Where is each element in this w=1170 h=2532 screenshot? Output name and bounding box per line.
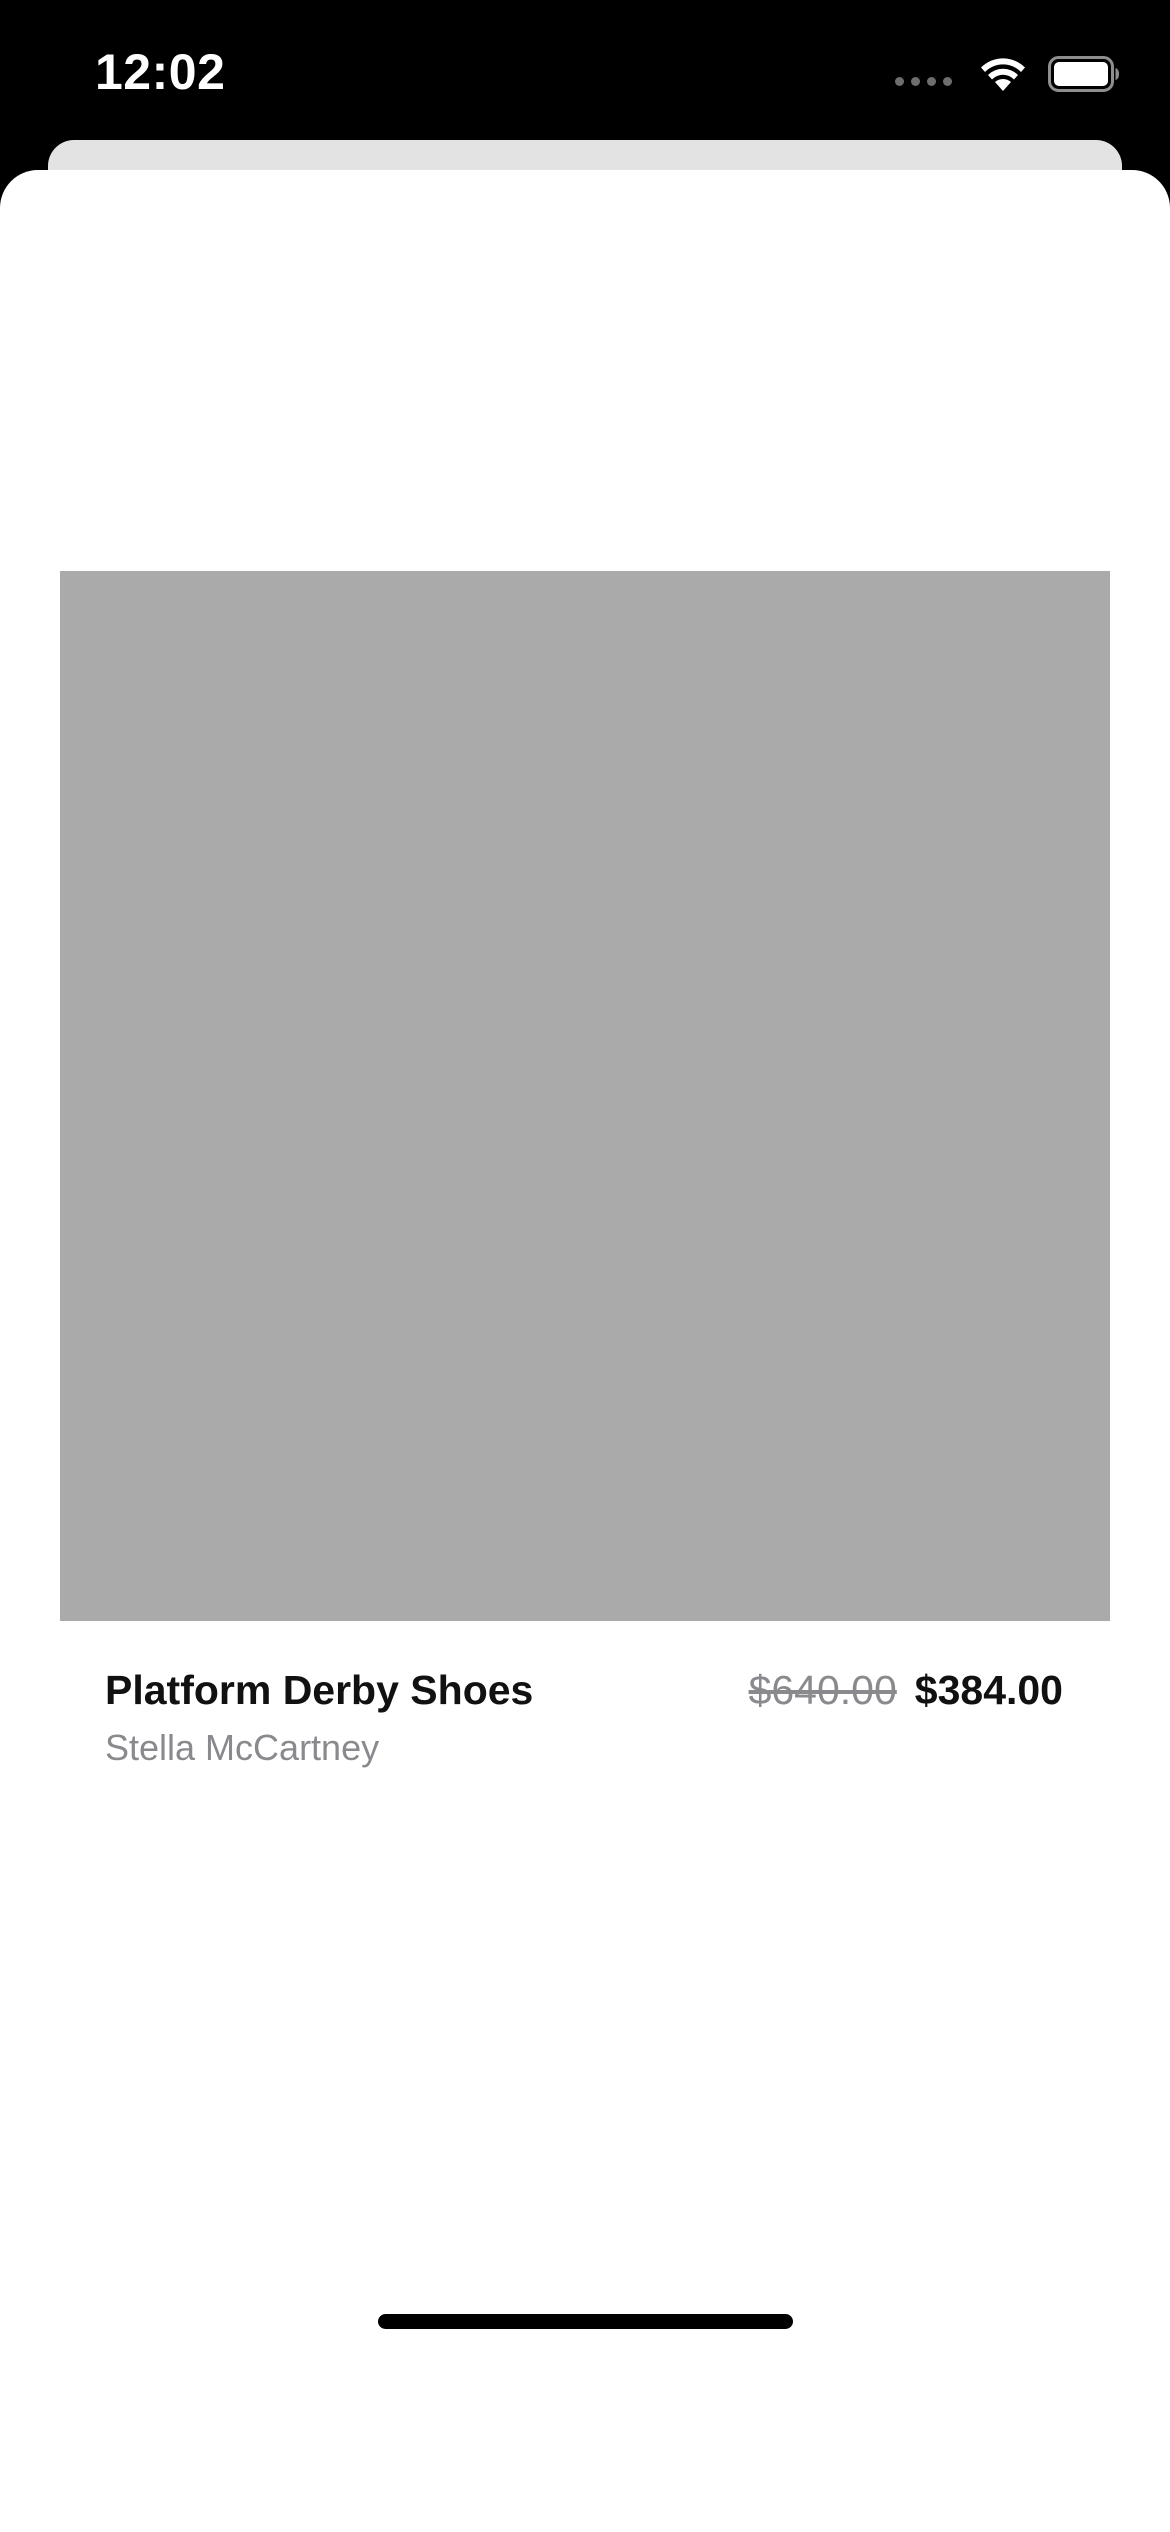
product-brand: Stella McCartney (105, 1727, 380, 1768)
product-name: Platform Derby Shoes (105, 1667, 534, 1713)
price-block: $640.00 $384.00 (749, 1664, 1063, 1716)
status-time: 12:02 (95, 44, 226, 100)
status-bar: 12:02 (0, 0, 1170, 140)
sale-price: $384.00 (914, 1667, 1063, 1713)
cellular-signal-icon (895, 76, 952, 86)
original-price: $640.00 (748, 1667, 897, 1713)
status-indicators (895, 52, 1120, 96)
product-image[interactable] (60, 571, 1110, 1621)
battery-icon (1048, 56, 1119, 92)
screen: 12:02 Platform Derby Shoes Stella McCart… (0, 0, 1170, 2532)
wifi-icon (981, 58, 1025, 91)
home-indicator[interactable] (378, 2314, 793, 2329)
product-sheet: Platform Derby Shoes Stella McCartney $6… (0, 170, 1170, 2532)
